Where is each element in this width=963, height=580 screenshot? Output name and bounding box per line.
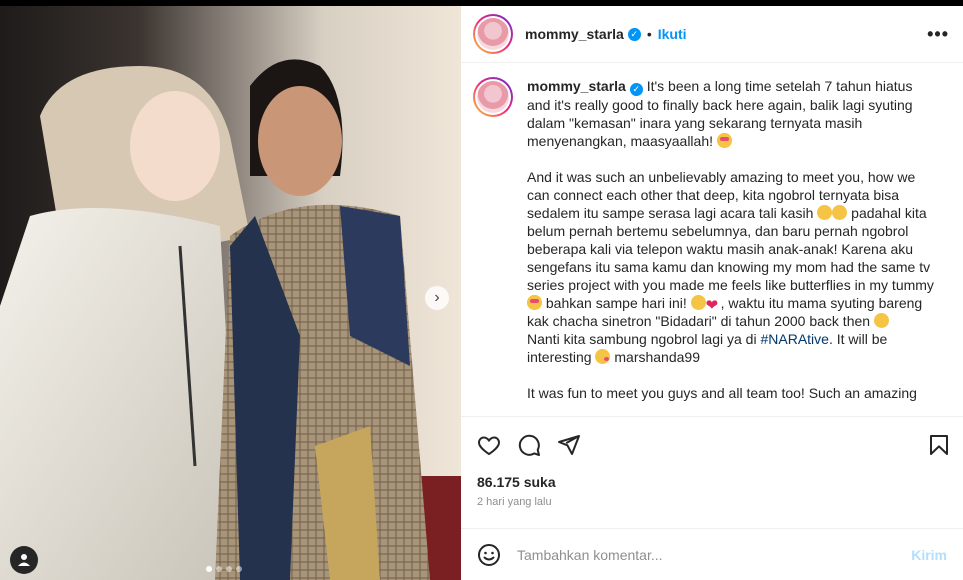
bookmark-icon[interactable] (927, 433, 951, 457)
caption-username[interactable]: mommy_starla (527, 78, 626, 94)
carousel-dot (236, 566, 242, 572)
smiling-hearts-emoji-icon (716, 133, 732, 148)
action-bar (461, 416, 963, 472)
caption-text-4: It was fun to meet you guys and all team… (527, 385, 917, 401)
caption-area: mommy_starla ✓ It's been a long time sete… (461, 63, 963, 416)
caption-text: mommy_starla ✓ It's been a long time sete… (527, 77, 937, 416)
kiss-emoji-icon (595, 349, 611, 364)
caption-avatar[interactable] (473, 77, 513, 117)
post-comment-button[interactable]: Kirim (911, 547, 947, 563)
mention-link[interactable]: marshanda99 (610, 349, 700, 365)
carousel-dot (206, 566, 212, 572)
verified-icon: ✓ (629, 83, 643, 96)
red-heart-emoji-icon: ❤ (705, 297, 719, 314)
comment-bar: Kirim (461, 528, 963, 580)
next-image-button[interactable]: › (425, 286, 449, 310)
separator: • (646, 26, 652, 42)
heart-icon[interactable] (477, 433, 501, 457)
caption-text-3a: Nanti kita sambung ngobrol lagi ya di (527, 331, 761, 347)
follow-button[interactable]: Ikuti (658, 26, 687, 42)
smiling-hearts-emoji-icon (527, 295, 542, 310)
carousel-dot (216, 566, 222, 572)
post-details-panel: mommy_starla ✓ • Ikuti ••• mommy_starla ✓… (461, 6, 963, 580)
instagram-post-modal: › mommy_starla ✓ • Ikuti ••• mommy_starl… (0, 0, 963, 580)
chevron-right-icon: › (434, 289, 440, 306)
share-icon[interactable] (557, 433, 581, 457)
user-icon (18, 554, 30, 566)
avatar[interactable] (473, 14, 513, 54)
emoji-icon[interactable] (477, 543, 501, 567)
comment-icon[interactable] (517, 433, 541, 457)
blush-emoji-icon (832, 205, 848, 220)
smile-emoji-icon (817, 205, 833, 220)
post-timestamp[interactable]: 2 hari yang lalu (461, 492, 963, 512)
post-header: mommy_starla ✓ • Ikuti ••• (461, 6, 963, 63)
verified-icon: ✓ (627, 27, 641, 41)
caption-paragraph: It was fun to meet you guys and all team… (527, 384, 937, 402)
caption-paragraph: Nanti kita sambung ngobrol lagi ya di #N… (527, 330, 937, 366)
like-count[interactable]: 86.175 suka (461, 472, 963, 492)
photo-illustration (0, 6, 461, 580)
tagged-users-button[interactable] (10, 546, 38, 574)
post-photo: › (0, 6, 461, 580)
caption-paragraph: mommy_starla ✓ It's been a long time sete… (527, 77, 937, 150)
author-username[interactable]: mommy_starla (525, 26, 624, 42)
more-options-icon[interactable]: ••• (927, 24, 949, 45)
hashtag-link[interactable]: #NARAtive (760, 331, 828, 347)
comment-input[interactable] (517, 546, 912, 563)
blush-emoji-icon (690, 295, 706, 310)
carousel-dot (226, 566, 232, 572)
carousel-indicator (206, 566, 242, 572)
blush-emoji-icon (873, 313, 889, 328)
caption-paragraph: And it was such an unbelievably amazing … (527, 168, 937, 330)
caption-text-2c: bahkan sampe hari ini! (542, 295, 691, 311)
